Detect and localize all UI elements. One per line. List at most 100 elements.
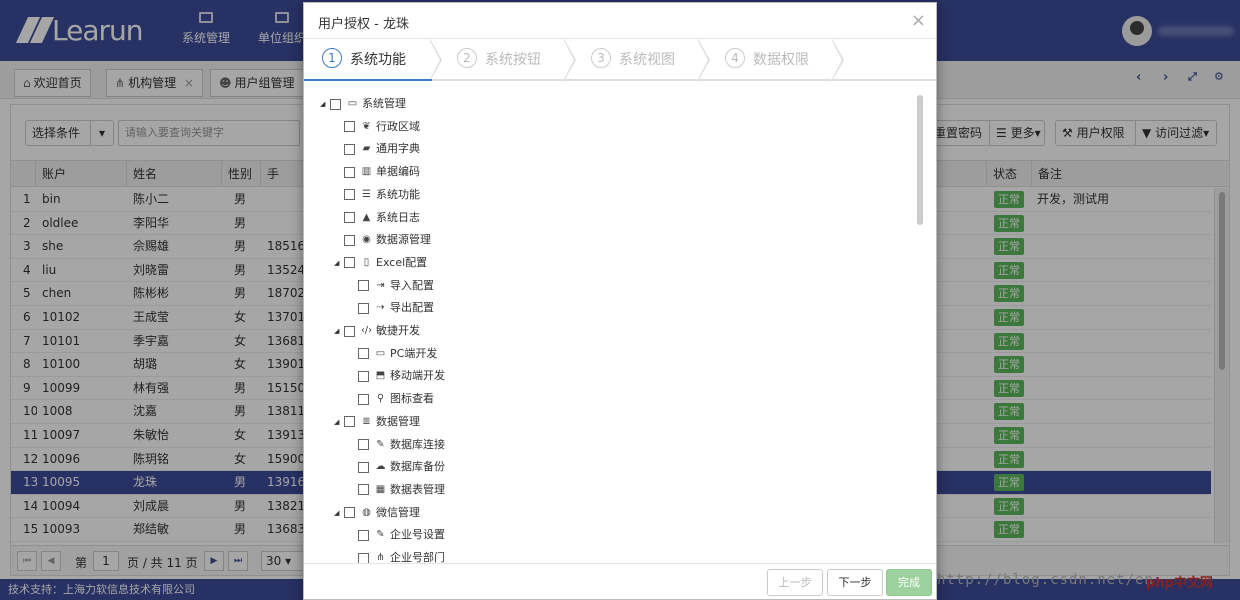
next-step-button[interactable]: 下一步 — [827, 569, 883, 596]
tree-checkbox[interactable] — [358, 302, 369, 314]
tree-node-label: 微信管理 — [376, 505, 420, 519]
tree-node[interactable]: ▰ 通用字典 — [334, 140, 420, 158]
table-icon: ▦ — [375, 483, 386, 495]
plug-icon: ✎ — [376, 529, 385, 541]
tree-checkbox[interactable] — [358, 461, 369, 473]
tree-checkbox[interactable] — [344, 416, 355, 428]
sign-in-icon: ⇥ — [376, 279, 385, 291]
tree-expand-icon[interactable]: ◢ — [334, 504, 344, 522]
tree-node[interactable]: ▭ PC端开发 — [348, 345, 437, 363]
tree-checkbox[interactable] — [330, 98, 341, 110]
tree-expand-icon[interactable]: ◢ — [334, 254, 344, 272]
tree-checkbox[interactable] — [358, 552, 369, 564]
tree-node[interactable]: ▲ 系统日志 — [334, 209, 420, 227]
tree-checkbox[interactable] — [358, 484, 369, 496]
tree-node-label: 数据表管理 — [390, 482, 445, 496]
step-separator — [697, 39, 708, 81]
permission-tree: ◢ ▭ 系统管理 ❦ 行政区域 ▰ 通用字典 ▥ 单据编码 ☰ 系统功能 ▲ 系统日志 ◉ 数据源管理 ◢ ▯ E… — [304, 89, 916, 567]
tree-checkbox[interactable] — [344, 257, 355, 269]
tree-node[interactable]: ▥ 单据编码 — [334, 163, 420, 181]
tree-node[interactable]: ◉ 数据源管理 — [334, 231, 431, 249]
list-icon: ☰ — [362, 188, 371, 200]
plug-icon: ✎ — [376, 438, 385, 450]
tree-checkbox[interactable] — [344, 325, 355, 337]
tree-node[interactable]: ⇢ 导出配置 — [348, 299, 434, 317]
finish-button[interactable]: 完成 — [886, 569, 932, 596]
cloud-upload-icon: ☁ — [375, 461, 386, 473]
tree-checkbox[interactable] — [344, 234, 355, 246]
step-label: 系统按钮 — [485, 52, 541, 68]
tree-node[interactable]: ◢ ≣ 数据管理 — [334, 413, 420, 431]
tree-node[interactable]: ☁ 数据库备份 — [348, 458, 445, 476]
tree-scrollbar-thumb[interactable] — [917, 95, 923, 225]
close-icon[interactable]: × — [911, 10, 926, 31]
step-system-view[interactable]: 3 系统视图 — [591, 39, 675, 81]
tree-scrollbar[interactable] — [916, 95, 924, 565]
prev-step-button[interactable]: 上一步 — [767, 569, 823, 596]
tree-node-label: 敏捷开发 — [376, 324, 420, 337]
tree-checkbox[interactable] — [358, 439, 369, 450]
search-icon: ⚲ — [376, 393, 385, 405]
database-icon: ≣ — [362, 415, 371, 427]
tree-checkbox[interactable] — [358, 529, 369, 541]
html5-icon: ⬒ — [375, 370, 386, 382]
tree-checkbox[interactable] — [358, 393, 369, 405]
book-icon: ▰ — [362, 143, 371, 155]
desktop-icon: ▭ — [347, 98, 358, 109]
tree-node-label: Excel配置 — [376, 255, 428, 269]
step-label: 数据权限 — [753, 52, 809, 68]
step-system-button[interactable]: 2 系统按钮 — [457, 39, 541, 81]
tree-node-label: 系统管理 — [362, 97, 406, 110]
step-number: 4 — [725, 48, 745, 68]
step-data-permission[interactable]: 4 数据权限 — [725, 39, 809, 81]
tree-node-label: 系统日志 — [376, 210, 420, 224]
tree-node[interactable]: ◢ ‹/› 敏捷开发 — [334, 322, 420, 340]
monitor-icon: ▭ — [375, 347, 386, 359]
tree-node-label: 系统功能 — [376, 187, 420, 201]
user-authorization-modal: 用户授权 - 龙珠 × 1 系统功能 2 系统按钮 3 系统视图 4 数据权限 ◢ ▭ 系统… — [303, 2, 937, 600]
tree-node-label: 导出配置 — [390, 301, 434, 315]
tree-checkbox[interactable] — [358, 280, 369, 292]
wechat-icon: ◍ — [362, 506, 371, 518]
tree-expand-icon[interactable]: ◢ — [334, 413, 344, 431]
step-separator — [831, 39, 842, 81]
barcode-icon: ▥ — [361, 166, 372, 178]
tree-node-label: 导入配置 — [390, 278, 434, 292]
tree-checkbox[interactable] — [344, 212, 355, 223]
tree-node[interactable]: ▦ 数据表管理 — [348, 481, 445, 499]
tree-node-label: 图标查看 — [390, 392, 434, 406]
tree-checkbox[interactable] — [344, 143, 355, 155]
tree-node-label: 数据库连接 — [390, 437, 445, 451]
tree-node[interactable]: ⇥ 导入配置 — [348, 277, 434, 295]
active-step-underline — [304, 79, 432, 81]
step-number: 1 — [322, 48, 342, 68]
step-separator — [563, 39, 574, 81]
tree-checkbox[interactable] — [344, 166, 355, 178]
tree-node[interactable]: ❦ 行政区域 — [334, 118, 420, 136]
tree-node[interactable]: ◢ ▭ 系统管理 — [320, 95, 406, 113]
tree-node-label: 数据库备份 — [390, 460, 445, 474]
tree-expand-icon[interactable]: ◢ — [334, 322, 344, 340]
tree-node-label: 数据管理 — [376, 414, 420, 428]
warning-icon: ▲ — [362, 211, 371, 223]
tree-node-label: 通用字典 — [376, 142, 420, 156]
tree-expand-icon[interactable]: ◢ — [320, 95, 330, 113]
step-system-function[interactable]: 1 系统功能 — [322, 39, 406, 81]
tree-checkbox[interactable] — [358, 370, 369, 382]
tree-checkbox[interactable] — [344, 507, 355, 519]
tree-node[interactable]: ◢ ◍ 微信管理 — [334, 504, 420, 522]
tree-node[interactable]: ⚲ 图标查看 — [348, 390, 434, 408]
tree-node-label: 企业号设置 — [390, 528, 445, 542]
tree-node[interactable]: ⬒ 移动端开发 — [348, 367, 445, 385]
tree-node-label: PC端开发 — [390, 346, 438, 360]
tree-node-label: 行政区域 — [376, 119, 420, 133]
tree-node[interactable]: ◢ ▯ Excel配置 — [334, 254, 427, 272]
tree-checkbox[interactable] — [358, 348, 369, 360]
tree-node[interactable]: ✎ 数据库连接 — [348, 436, 445, 454]
tree-node[interactable]: ☰ 系统功能 — [334, 186, 420, 204]
step-number: 3 — [591, 48, 611, 68]
tree-checkbox[interactable] — [344, 189, 355, 201]
tree-checkbox[interactable] — [344, 121, 355, 133]
excel-file-icon: ▯ — [363, 256, 370, 268]
tree-node[interactable]: ✎ 企业号设置 — [348, 526, 445, 544]
